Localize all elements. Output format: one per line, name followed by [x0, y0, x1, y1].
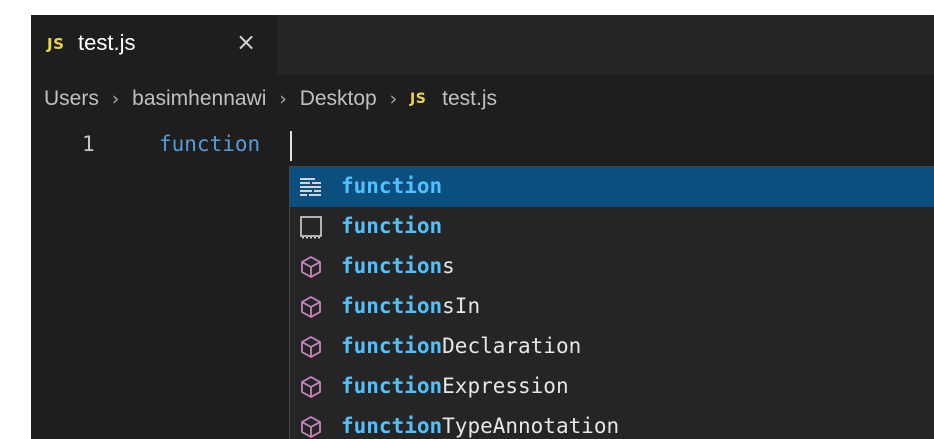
suggestion-match: function — [341, 334, 443, 358]
breadcrumb-item-file[interactable]: test.js — [442, 87, 497, 111]
suggestion-match: function — [341, 294, 443, 318]
code-line[interactable]: 1 function — [31, 128, 934, 164]
suggestion-rest: Declaration — [442, 334, 582, 358]
suggestion-match: function — [341, 254, 443, 278]
breadcrumb-item-basimhennawi[interactable]: basimhennawi — [132, 87, 266, 111]
breadcrumb: Users › basimhennawi › Desktop › JS test… — [44, 87, 497, 117]
module-cube-icon — [301, 336, 321, 358]
chevron-right-icon: › — [389, 88, 398, 111]
module-cube-icon — [301, 296, 321, 318]
suggestion-item[interactable]: function — [290, 207, 934, 247]
js-file-icon: JS — [47, 35, 65, 53]
module-cube-icon — [301, 416, 321, 438]
line-number: 1 — [82, 132, 95, 156]
suggestion-rest: TypeAnnotation — [442, 414, 620, 438]
suggestion-item[interactable]: functionsIn — [290, 287, 934, 327]
suggestion-rest: sIn — [442, 294, 481, 318]
module-cube-icon — [301, 376, 321, 398]
editor-window: JS test.js × Users › basimhennawi › Desk… — [31, 15, 934, 439]
suggestion-match: function — [341, 174, 443, 198]
suggestion-item[interactable]: functionDeclaration — [290, 327, 934, 367]
suggestion-item[interactable]: functionExpression — [290, 367, 934, 407]
suggestion-match: function — [341, 214, 443, 238]
keyword-icon — [300, 216, 322, 239]
suggestion-widget: function function functions functionsIn … — [289, 166, 934, 439]
module-cube-icon — [301, 256, 321, 278]
snippet-icon — [300, 178, 321, 196]
suggestion-item[interactable]: function — [290, 167, 934, 207]
breadcrumb-item-users[interactable]: Users — [44, 87, 99, 111]
tab-test-js[interactable]: JS test.js × — [31, 15, 277, 75]
suggestion-item[interactable]: functions — [290, 247, 934, 287]
suggestion-match: function — [341, 374, 443, 398]
code-text[interactable]: function — [159, 132, 260, 156]
suggestion-item[interactable]: functionTypeAnnotation — [290, 407, 934, 439]
suggestion-rest: Expression — [442, 374, 569, 398]
tab-label: test.js — [78, 30, 136, 55]
suggestion-match: function — [341, 414, 443, 438]
chevron-right-icon: › — [279, 88, 287, 111]
text-cursor — [290, 131, 292, 161]
suggestion-rest: s — [442, 254, 455, 278]
tab-bar: JS test.js × — [31, 15, 934, 75]
chevron-right-icon: › — [111, 88, 120, 111]
breadcrumb-item-desktop[interactable]: Desktop — [300, 87, 377, 111]
close-icon[interactable]: × — [236, 27, 256, 57]
js-file-icon: JS — [410, 91, 427, 108]
